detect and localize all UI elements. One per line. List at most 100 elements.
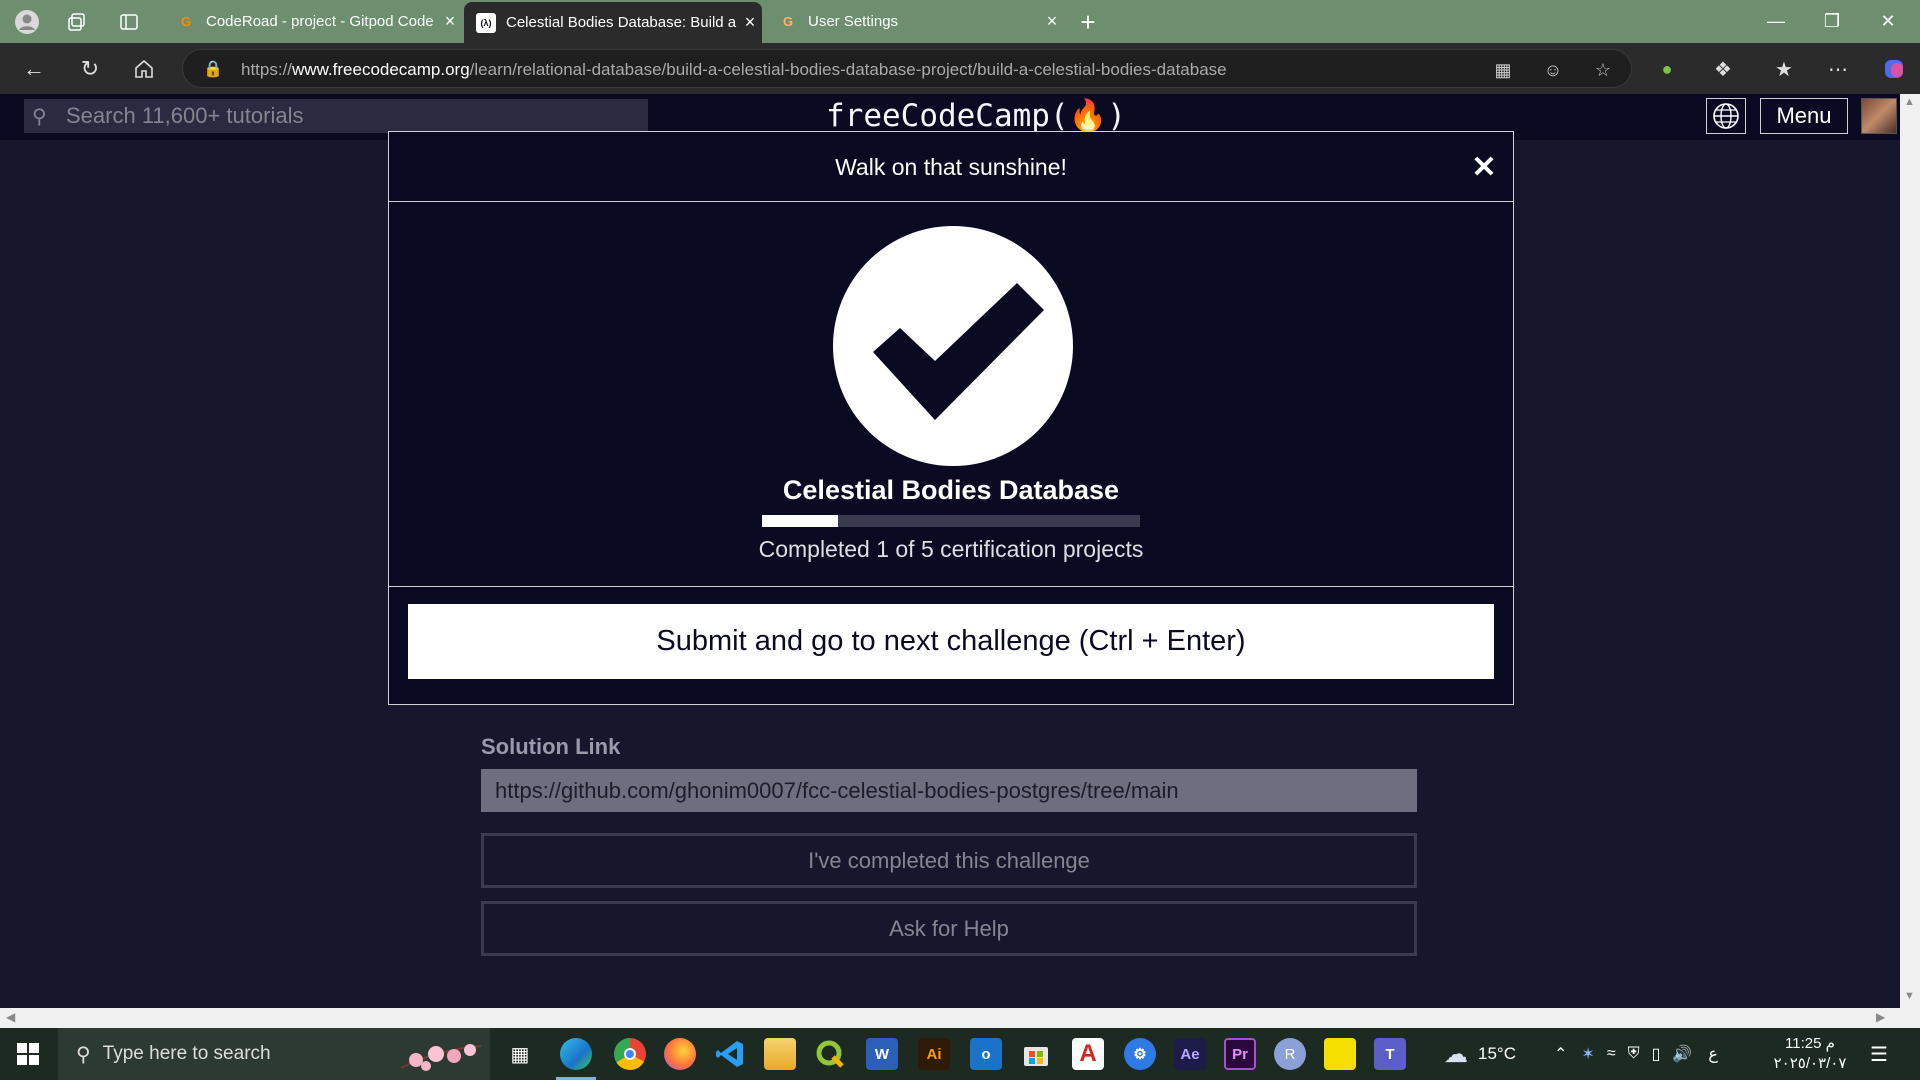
close-tab-icon[interactable]: ×: [1040, 11, 1064, 32]
teams-icon[interactable]: T: [1374, 1038, 1406, 1070]
modal-title: Walk on that sunshine!: [835, 154, 1067, 180]
after-effects-icon[interactable]: Ae: [1174, 1038, 1206, 1070]
illustrator-icon[interactable]: Ai: [918, 1038, 950, 1070]
freecodecamp-logo[interactable]: freeCodeCamp(🔥): [826, 97, 1126, 134]
new-tab-button[interactable]: +: [1073, 7, 1103, 37]
lock-icon[interactable]: 🔒: [203, 59, 223, 79]
r-icon[interactable]: R: [1274, 1038, 1306, 1070]
browser-tab-strip: G CodeRoad - project - Gitpod Code × (λ)…: [0, 0, 1920, 43]
tab-user-settings[interactable]: G User Settings ×: [766, 0, 1064, 43]
battery-icon[interactable]: ▯: [1652, 1044, 1661, 1064]
completed-challenge-button[interactable]: I've completed this challenge: [481, 833, 1417, 888]
volume-icon[interactable]: 🔊: [1672, 1044, 1692, 1064]
search-icon: ⚲: [76, 1043, 91, 1066]
progress-text: Completed 1 of 5 certification projects: [758, 536, 1144, 562]
ask-for-help-button[interactable]: Ask for Help: [481, 901, 1417, 956]
url-text[interactable]: https://www.freecodecamp.org/learn/relat…: [241, 60, 1227, 80]
scroll-right-icon[interactable]: ▶: [1876, 1010, 1885, 1024]
url-host: www.freecodecamp.org: [292, 60, 470, 79]
profile-icon[interactable]: [12, 7, 42, 37]
freecodecamp-favicon-icon: (λ): [476, 12, 496, 33]
store-icon[interactable]: [1020, 1038, 1052, 1070]
app-available-icon[interactable]: ▦: [1491, 58, 1515, 82]
system-clock[interactable]: 11:25 م ٢٠٢٥/٠٣/٠٧: [1755, 1034, 1865, 1074]
menu-button[interactable]: Menu: [1760, 98, 1848, 134]
restore-icon[interactable]: ❐: [1804, 0, 1860, 43]
tab-title: CodeRoad - project - Gitpod Code: [206, 13, 434, 30]
tab-title: User Settings: [808, 13, 899, 30]
solution-link-label: Solution Link: [481, 734, 621, 759]
language-globe-icon[interactable]: [1706, 98, 1746, 134]
certification-progress-bar: [762, 515, 1140, 527]
tab-celestial-bodies[interactable]: (λ) Celestial Bodies Database: Build a ×: [464, 2, 762, 43]
weather-temp: 15°C: [1478, 1044, 1516, 1063]
extension-colorful-icon[interactable]: ●: [1651, 53, 1683, 85]
home-icon[interactable]: [128, 53, 160, 85]
copilot-icon[interactable]: [1878, 53, 1910, 85]
vertical-scrollbar[interactable]: ▲ ▼: [1900, 94, 1920, 1008]
tab-title: Celestial Bodies Database: Build a: [506, 14, 737, 31]
submit-next-challenge-button[interactable]: Submit and go to next challenge (Ctrl + …: [408, 604, 1494, 679]
browser-toolbar: ← ↻ 🔒 https://www.freecodecamp.org/learn…: [0, 43, 1920, 94]
system-tray: ⌃ ✶ ≈ ⛨ ▯ 🔊 ع: [1554, 1028, 1718, 1080]
firefox-icon[interactable]: [664, 1038, 696, 1070]
chrome-icon[interactable]: [614, 1038, 646, 1070]
minimize-icon[interactable]: —: [1748, 0, 1804, 43]
vscode-icon[interactable]: [714, 1038, 746, 1070]
bluetooth-icon[interactable]: ✶: [1581, 1044, 1594, 1064]
edge-icon[interactable]: [560, 1038, 592, 1070]
favorite-star-icon[interactable]: ☆: [1591, 58, 1615, 82]
windows-taskbar: ⚲ Type here to search ▦ W Ai o A ⚙ Ae Pr…: [0, 1028, 1920, 1080]
back-icon[interactable]: ←: [18, 53, 50, 85]
horizontal-scrollbar[interactable]: ◀ ▶: [0, 1008, 1900, 1028]
show-hidden-icons-icon[interactable]: ⌃: [1554, 1044, 1567, 1064]
security-shield-icon[interactable]: ⛨: [1628, 1045, 1640, 1063]
avatar[interactable]: [1861, 98, 1897, 134]
search-input[interactable]: [66, 103, 626, 129]
weather-widget[interactable]: ☁ 15°C: [1444, 1028, 1516, 1080]
close-icon[interactable]: ✕: [1469, 151, 1499, 184]
close-window-icon[interactable]: ✕: [1860, 0, 1916, 43]
blue-app-icon[interactable]: ⚙: [1124, 1038, 1156, 1070]
solution-link-input[interactable]: https://github.com/ghonim0007/fcc-celest…: [481, 769, 1417, 812]
workspaces-icon[interactable]: [62, 7, 92, 37]
file-explorer-icon[interactable]: [764, 1038, 796, 1070]
sticky-notes-icon[interactable]: [1324, 1038, 1356, 1070]
extensions-puzzle-icon[interactable]: ❖: [1707, 53, 1739, 85]
progress-fill: [762, 515, 838, 527]
acrobat-icon[interactable]: A: [1072, 1038, 1104, 1070]
project-title: Celestial Bodies Database: [782, 475, 1120, 505]
reading-mode-icon[interactable]: ☺: [1541, 58, 1565, 82]
success-check-icon: [833, 226, 1073, 466]
task-view-icon[interactable]: ▦: [504, 1038, 536, 1070]
search-bar[interactable]: ⚲: [24, 99, 648, 133]
premiere-icon[interactable]: Pr: [1224, 1038, 1256, 1070]
more-options-icon[interactable]: ⋯: [1822, 53, 1854, 85]
scroll-left-icon[interactable]: ◀: [6, 1010, 15, 1024]
scroll-down-icon[interactable]: ▼: [1904, 990, 1915, 1002]
tab-coderoad[interactable]: G CodeRoad - project - Gitpod Code ×: [164, 0, 462, 43]
reload-icon[interactable]: ↻: [74, 53, 106, 85]
scrollbar-corner: [1900, 1008, 1920, 1028]
url-path: /learn/relational-database/build-a-celes…: [469, 60, 1227, 79]
cloud-moon-icon: ☁: [1444, 1040, 1468, 1068]
completion-modal: Walk on that sunshine! ✕ Celestial Bodie…: [388, 131, 1514, 705]
favorites-icon[interactable]: ★: [1768, 53, 1800, 85]
input-language[interactable]: ع: [1708, 1044, 1718, 1064]
scroll-up-icon[interactable]: ▲: [1904, 96, 1915, 108]
notifications-icon[interactable]: ☰: [1870, 1028, 1888, 1080]
outlook-icon[interactable]: o: [970, 1038, 1002, 1070]
wifi-icon[interactable]: ≈: [1607, 1045, 1616, 1063]
modal-body: Celestial Bodies Database Completed 1 of…: [389, 202, 1513, 587]
close-tab-icon[interactable]: ×: [438, 11, 462, 32]
url-protocol: https://: [241, 60, 293, 79]
qgis-icon[interactable]: [814, 1038, 846, 1070]
taskbar-search-placeholder: Type here to search: [102, 1043, 271, 1064]
close-tab-icon[interactable]: ×: [738, 12, 762, 33]
vertical-tabs-icon[interactable]: [114, 7, 144, 37]
search-icon: ⚲: [32, 105, 47, 128]
gitpod-favicon-icon: G: [180, 14, 192, 29]
windows-start-icon[interactable]: [0, 1028, 56, 1080]
word-icon[interactable]: W: [866, 1038, 898, 1070]
address-bar[interactable]: 🔒 https://www.freecodecamp.org/learn/rel…: [182, 49, 1632, 88]
